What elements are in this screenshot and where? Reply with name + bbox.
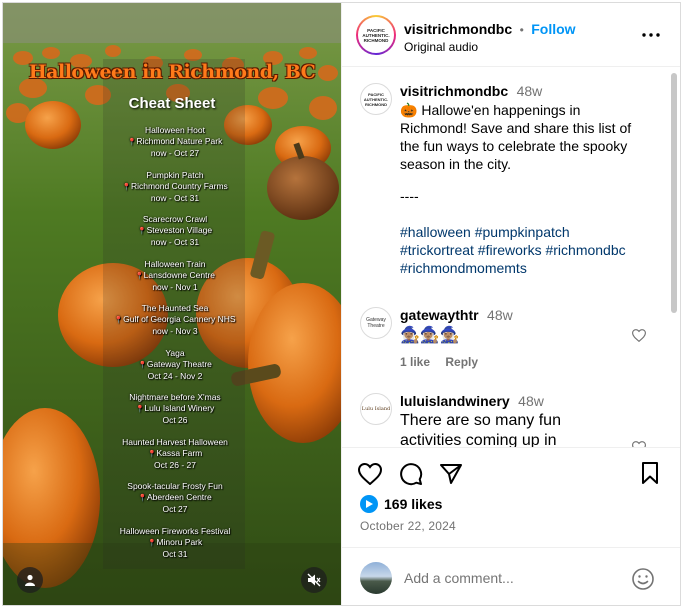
comment-like-heart-icon[interactable]	[632, 329, 646, 342]
more-options-icon[interactable]	[642, 33, 660, 37]
event-location: Lansdowne Centre	[85, 270, 265, 282]
event-location: Richmond Country Farms	[85, 181, 265, 193]
post-modal: Halloween in Richmond, BC Cheat Sheet Ha…	[2, 2, 681, 606]
comment-item: gatewaythtr 48w 🧙🏽‍♀️🧙🏽‍♀️🧙🏽‍♀️ 1 like R…	[400, 307, 640, 369]
event-location: Minoru Park	[85, 537, 265, 549]
follow-button[interactable]: Follow	[531, 21, 575, 37]
event-dates: now - Oct 31	[150, 192, 200, 203]
dot-separator: •	[519, 23, 524, 37]
event-dates: now - Oct 27	[150, 148, 200, 158]
comment-avatar[interactable]: Lulu Island	[360, 393, 392, 425]
caption-username[interactable]: visitrichmondbc	[400, 83, 508, 99]
comment-avatar-text: Lulu Island	[361, 406, 391, 412]
event-location: Aberdeen Centre	[85, 492, 265, 504]
comment-text: 🧙🏽‍♀️🧙🏽‍♀️🧙🏽‍♀️	[400, 327, 460, 344]
reply-button[interactable]: Reply	[445, 355, 478, 369]
add-comment-bar	[342, 547, 680, 605]
event-name: Spook-tacular Frosty Fun	[127, 481, 223, 491]
caption-time[interactable]: 48w	[517, 83, 543, 99]
poster-event: Haunted Harvest HalloweenKassa FarmOct 2…	[85, 437, 265, 471]
caption: visitrichmondbc 48w 🎃 Hallowe'en happeni…	[400, 83, 645, 277]
mute-button[interactable]	[301, 567, 327, 593]
emoji-icon[interactable]	[632, 568, 654, 590]
pumpkin-emoji-icon: 🎃	[400, 102, 418, 118]
author-avatar[interactable]: PACIFIC AUTHENTIC. RICHMOND	[356, 15, 396, 55]
caption-text: 🎃 Hallowe'en happenings in Richmond! Sav…	[400, 101, 645, 173]
poster-event: Spook-tacular Frosty FunAberdeen CentreO…	[85, 481, 265, 515]
comment-username[interactable]: luluislandwinery	[400, 393, 510, 409]
user-icon	[25, 574, 35, 586]
share-icon[interactable]	[440, 463, 462, 485]
likes-count[interactable]: 169 likes	[384, 496, 442, 512]
comment-avatar[interactable]: Gateway Theatre	[360, 307, 392, 339]
event-location: Gateway Theatre	[85, 359, 265, 371]
tagged-users-button[interactable]	[17, 567, 43, 593]
save-bookmark-icon[interactable]	[641, 462, 659, 484]
event-name: Scarecrow Crawl	[142, 214, 208, 224]
poster-event: YagaGateway TheatreOct 24 - Nov 2	[85, 348, 265, 382]
event-name: Pumpkin Patch	[146, 169, 204, 180]
poster-event: Pumpkin PatchRichmond Country Farmsnow -…	[85, 170, 265, 204]
poster-event: Scarecrow CrawlSteveston Villagenow - Oc…	[85, 214, 265, 248]
poster-event: Halloween Fireworks FestivalMinoru ParkO…	[85, 526, 265, 560]
event-name: Nightmare before X'mas	[129, 392, 221, 402]
post-header: PACIFIC AUTHENTIC. RICHMOND visitrichmon…	[342, 3, 680, 67]
caption-hashtags[interactable]: #halloween #pumpkinpatch #trickortreat #…	[400, 223, 645, 277]
event-dates: Oct 24 - Nov 2	[147, 370, 203, 381]
comment-icon[interactable]	[399, 462, 423, 486]
comment-time[interactable]: 48w	[487, 307, 513, 323]
event-location: Steveston Village	[85, 225, 265, 237]
audio-label[interactable]: Original audio	[404, 40, 478, 54]
event-dates: Oct 31	[162, 548, 188, 559]
event-dates: Oct 27	[162, 504, 188, 514]
poster-event: Halloween HootRichmond Nature Parknow - …	[85, 125, 265, 159]
caption-avatar-logo: PACIFIC AUTHENTIC. RICHMOND	[363, 91, 389, 107]
event-dates: Oct 26 - 27	[153, 459, 197, 470]
event-location: Kassa Farm	[85, 448, 265, 460]
event-name: Halloween Hoot	[144, 125, 205, 135]
comment-time[interactable]: 48w	[518, 393, 544, 409]
comment-avatar-text: Gateway Theatre	[366, 317, 386, 329]
poster-event: Halloween TrainLansdowne Centrenow - Nov…	[85, 259, 265, 293]
post-sidebar: PACIFIC AUTHENTIC. RICHMOND visitrichmon…	[341, 3, 680, 605]
author-username[interactable]: visitrichmondbc	[404, 21, 512, 37]
play-views-icon	[360, 495, 378, 513]
comment-text: There are so many fun activities coming …	[400, 412, 561, 447]
comment-username[interactable]: gatewaythtr	[400, 307, 479, 323]
post-media[interactable]: Halloween in Richmond, BC Cheat Sheet Ha…	[3, 3, 341, 605]
poster-event: The Haunted SeaGulf of Georgia Cannery N…	[85, 303, 265, 337]
comments-scrollbar[interactable]	[671, 73, 677, 313]
like-heart-icon[interactable]	[358, 463, 382, 485]
caption-avatar[interactable]: PACIFIC AUTHENTIC. RICHMOND	[360, 83, 392, 115]
event-dates: now - Oct 31	[150, 237, 200, 247]
event-list: Halloween HootRichmond Nature Parknow - …	[85, 125, 265, 570]
event-name: Yaga	[165, 347, 185, 358]
event-location: Richmond Nature Park	[85, 136, 265, 148]
event-dates: now - Nov 3	[152, 326, 198, 336]
poster-title: Halloween in Richmond, BC	[28, 61, 316, 83]
event-dates: Oct 26	[162, 415, 188, 425]
event-dates: now - Nov 1	[152, 281, 198, 292]
event-name: Halloween Fireworks Festival	[119, 525, 231, 536]
event-name: The Haunted Sea	[141, 303, 209, 313]
comment-item: luluislandwinery 48w There are so many f…	[400, 393, 640, 447]
speaker-muted-icon	[307, 573, 321, 587]
caption-divider: ----	[400, 188, 419, 204]
event-name: Halloween Train	[144, 258, 206, 269]
event-location: Gulf of Georgia Cannery NHS	[85, 314, 265, 326]
event-location: Lulu Island Winery	[85, 403, 265, 415]
avatar-logo: PACIFIC AUTHENTIC. RICHMOND	[362, 27, 390, 43]
caption-body: Hallowe'en happenings in Richmond! Save …	[400, 102, 632, 172]
poster-event: Nightmare before X'masLulu Island Winery…	[85, 392, 265, 426]
comment-input[interactable]	[404, 568, 619, 588]
post-actions: 169 likes October 22, 2024	[342, 447, 680, 547]
comments-list[interactable]: PACIFIC AUTHENTIC. RICHMOND visitrichmon…	[342, 67, 672, 447]
post-date[interactable]: October 22, 2024	[360, 519, 456, 533]
poster-subtitle: Cheat Sheet	[128, 95, 216, 112]
current-user-avatar	[360, 562, 392, 594]
comment-likes[interactable]: 1 like	[400, 355, 430, 369]
event-name: Haunted Harvest Halloween	[122, 436, 228, 447]
